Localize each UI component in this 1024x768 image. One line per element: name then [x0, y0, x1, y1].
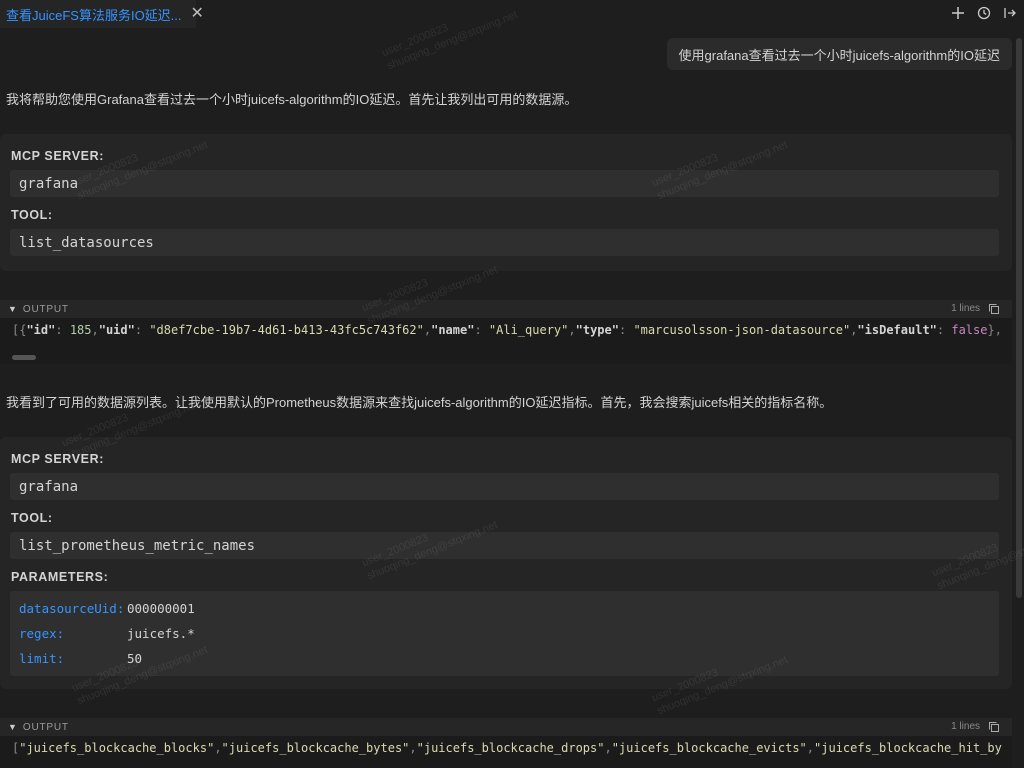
output-token: ,	[423, 323, 432, 337]
output-token: [{	[12, 323, 27, 337]
line-count: 1 lines	[951, 721, 980, 732]
tool-label: TOOL:	[11, 511, 53, 525]
output-label: OUTPUT	[22, 303, 69, 315]
tool-label: TOOL:	[11, 208, 53, 222]
output-token: "juicefs_blockcache_hit_bytes"	[814, 741, 1002, 755]
parameter-key: regex:	[19, 626, 65, 641]
parameter-value: 50	[127, 651, 143, 666]
output-token: ,	[91, 323, 99, 337]
output-token: ,	[604, 741, 612, 755]
output-token: false	[951, 323, 988, 337]
parameter-row: datasourceUid: 000000001	[19, 601, 195, 616]
output-header[interactable]: ▼ OUTPUT	[0, 300, 1012, 318]
output-token: "type"	[575, 323, 619, 337]
output-header[interactable]: ▼ OUTPUT	[0, 718, 1012, 736]
tab-title[interactable]: 查看JuiceFS算法服务IO延迟...	[6, 5, 182, 24]
output-token: "juicefs_blockcache_evicts"	[611, 741, 807, 755]
mcp-server-value: grafana	[10, 170, 999, 197]
assistant-message: 我看到了可用的数据源列表。让我使用默认的Prometheus数据源来查找juic…	[6, 395, 833, 410]
vertical-scrollbar[interactable]	[1016, 38, 1022, 598]
output-token: :	[936, 323, 952, 337]
output-token: "juicefs_blockcache_blocks"	[19, 741, 215, 755]
parameters-label: PARAMETERS:	[11, 570, 109, 584]
chevron-down-icon[interactable]: ▼	[8, 722, 17, 732]
output-token: "name"	[431, 323, 475, 337]
parameter-key: datasourceUid:	[19, 601, 125, 616]
close-icon[interactable]: ✕	[191, 6, 204, 22]
output-token: :	[55, 323, 70, 337]
output-token: "juicefs_blockcache_drops"	[416, 741, 605, 755]
user-message: 使用grafana查看过去一个小时juicefs-algorithm的IO延迟	[666, 38, 1012, 70]
tool-call-card: MCP SERVER: grafana TOOL: list_datasourc…	[0, 134, 1012, 271]
parameters-box: datasourceUid: 000000001 regex: juicefs.…	[10, 591, 999, 676]
plus-icon[interactable]	[950, 3, 966, 23]
output-token: "uid"	[98, 323, 135, 337]
copy-icon[interactable]	[988, 302, 1002, 316]
copy-icon[interactable]	[988, 720, 1002, 734]
mcp-server-value: grafana	[10, 473, 999, 500]
output-token: :	[618, 323, 634, 337]
output-token: "d8ef7cbe-19b7-4d61-b413-43fc5c743f62"	[149, 323, 424, 337]
output-token: ,	[806, 741, 815, 755]
output-token: :	[474, 323, 489, 337]
output-token: ,	[568, 323, 576, 337]
parameter-value: juicefs.*	[127, 626, 195, 641]
chat-tab[interactable]: 查看JuiceFS算法服务IO延迟... ✕	[0, 0, 204, 28]
output-panel: ▼ OUTPUT 1 lines [{"id": 185,"uid": "d8e…	[0, 300, 1012, 364]
output-token: "juicefs_blockcache_bytes"	[221, 741, 410, 755]
line-count: 1 lines	[951, 303, 980, 314]
mcp-server-label: MCP SERVER:	[11, 452, 104, 466]
horizontal-scrollbar[interactable]	[12, 355, 36, 360]
parameter-value: 000000001	[127, 601, 195, 616]
panel-toggle-icon[interactable]	[1002, 3, 1018, 23]
parameter-row: limit: 50	[19, 651, 142, 666]
toolbar	[950, 3, 1018, 23]
output-label: OUTPUT	[22, 721, 69, 733]
chevron-down-icon[interactable]: ▼	[8, 304, 17, 314]
output-token: ,	[214, 741, 222, 755]
output-token: 185	[69, 323, 92, 337]
output-token: },{	[987, 323, 1002, 337]
parameter-key: limit:	[19, 651, 65, 666]
tool-name-value: list_prometheus_metric_names	[10, 532, 999, 559]
history-icon[interactable]	[976, 3, 992, 23]
output-token: "isDefault"	[857, 323, 937, 337]
output-token: :	[134, 323, 150, 337]
output-panel: ▼ OUTPUT 1 lines ["juicefs_blockcache_bl…	[0, 718, 1012, 768]
tool-call-card: MCP SERVER: grafana TOOL: list_prometheu…	[0, 437, 1012, 689]
mcp-server-label: MCP SERVER:	[11, 149, 104, 163]
output-token: "marcusolsson-json-datasource"	[633, 323, 851, 337]
output-content: [{"id": 185,"uid": "d8ef7cbe-19b7-4d61-b…	[12, 323, 1002, 337]
parameter-row: regex: juicefs.*	[19, 626, 195, 641]
tab-bar: 查看JuiceFS算法服务IO延迟... ✕	[0, 0, 1024, 28]
output-token: ,	[409, 741, 417, 755]
output-token: "id"	[26, 323, 56, 337]
output-content: ["juicefs_blockcache_blocks","juicefs_bl…	[12, 741, 1002, 755]
tool-name-value: list_datasources	[10, 229, 999, 256]
assistant-message: 我将帮助您使用Grafana查看过去一个小时juicefs-algorithm的…	[6, 92, 578, 107]
output-token: "Ali_query"	[488, 323, 569, 337]
